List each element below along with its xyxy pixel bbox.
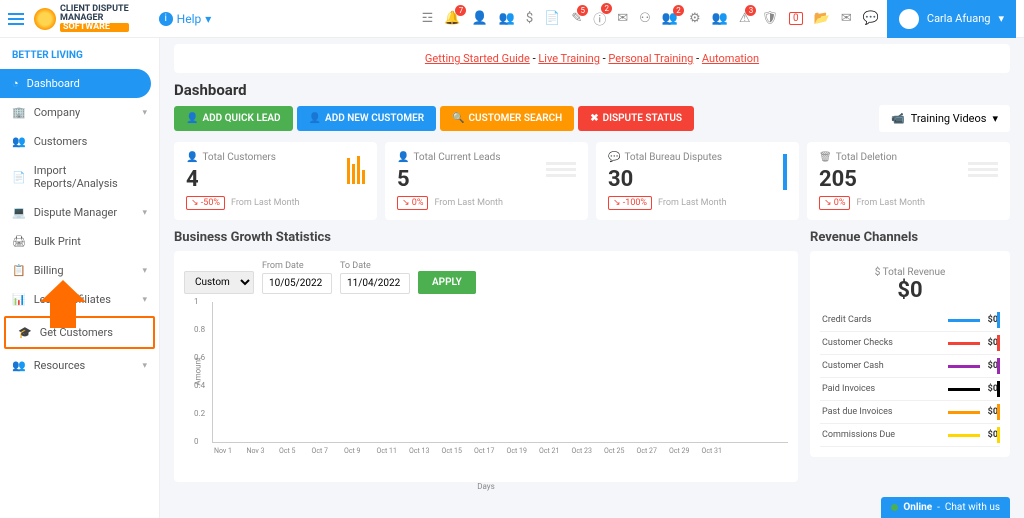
link-personal-training[interactable]: Personal Training — [608, 52, 693, 65]
logo: CLIENT DISPUTEMANAGERSOFTWARE — [34, 5, 129, 32]
card-total-disputes: 💬Total Bureau Disputes 30 ↘ -100%From La… — [596, 142, 799, 220]
warn-icon[interactable]: ⚠3 — [739, 11, 751, 26]
revenue-row: Customer Cash$0 — [820, 355, 1000, 378]
card-value: 4 — [186, 167, 365, 192]
range-select[interactable]: Custom — [184, 271, 254, 294]
sidebar-item-dispute[interactable]: 💻 Dispute Manager▾ — [0, 198, 159, 227]
sidebar: BETTER LIVING ◔ Dashboard 🏢 Company▾ 👥 C… — [0, 38, 160, 518]
chat-icon: 💬 — [608, 152, 620, 163]
apply-button[interactable]: APPLY — [418, 271, 476, 294]
user-icon[interactable]: 👤 — [471, 11, 487, 26]
list-icon[interactable]: ☲ — [422, 11, 434, 26]
arrow-annotation — [50, 300, 76, 328]
user-icon: 👤 — [397, 152, 409, 163]
sidebar-item-resources[interactable]: 👥 Resources▾ — [0, 351, 159, 380]
customer-search-button[interactable]: 🔍 CUSTOMER SEARCH — [440, 106, 574, 131]
bell-icon[interactable]: 🔔7 — [444, 11, 460, 26]
sun-icon — [34, 8, 56, 30]
revenue-row: Customer Checks$0 — [820, 332, 1000, 355]
revenue-total-value: $0 — [826, 278, 994, 303]
card-value: 30 — [608, 167, 787, 192]
link-live-training[interactable]: Live Training — [538, 52, 600, 65]
chevron-down-icon: ▾ — [142, 208, 147, 218]
link-automation[interactable]: Automation — [702, 52, 759, 65]
growth-chart: Amount 00.20.40.60.81Nov 1Nov 3Oct 5Oct … — [184, 302, 788, 472]
info2-icon[interactable]: ⓘ2 — [593, 9, 606, 28]
revenue-row: Paid Invoices$0 — [820, 378, 1000, 401]
dispute-status-button[interactable]: ✖ DISPUTE STATUS — [578, 106, 694, 131]
revenue-row: Past due Invoices$0 — [820, 401, 1000, 424]
camera-icon: 📹 — [891, 112, 905, 125]
mini-chart — [347, 156, 365, 184]
revenue-row: Credit Cards$0 — [820, 309, 1000, 332]
stats-title: Business Growth Statistics — [174, 230, 798, 245]
revenue-row: Commissions Due$0 — [820, 424, 1000, 447]
revenue-title: Revenue Channels — [810, 230, 1010, 245]
online-dot-icon — [891, 504, 898, 511]
user-menu[interactable]: Carla Afuang ▾ — [887, 0, 1016, 38]
people-icon[interactable]: 👥 — [712, 11, 728, 26]
mini-chart — [968, 162, 998, 177]
brand-label: BETTER LIVING — [0, 46, 159, 69]
sidebar-item-customers[interactable]: 👥 Customers — [0, 127, 159, 156]
sidebar-item-dashboard[interactable]: ◔ Dashboard — [0, 69, 151, 98]
sidebar-item-company[interactable]: 🏢 Company▾ — [0, 98, 159, 127]
add-quick-lead-button[interactable]: 👤 ADD QUICK LEAD — [174, 106, 293, 131]
alert-bar: Getting Started Guide - Live Training - … — [174, 44, 1010, 73]
top-icons: ☲ 🔔7 👤 👥 $ 📄 ✎5 ⓘ2 ✉ ⚇ 👥2 ⚙ 👥 ⚠3 🛡 0 📂 ✉… — [422, 9, 879, 28]
shield-icon[interactable]: 🛡 — [761, 11, 778, 26]
chevron-down-icon: ▾ — [142, 361, 147, 371]
add-new-customer-button[interactable]: 👤 ADD NEW CUSTOMER — [297, 106, 436, 131]
chevron-down-icon: ▾ — [142, 108, 147, 118]
mini-chart — [546, 162, 576, 177]
menu-toggle[interactable] — [8, 13, 24, 25]
doc-icon[interactable]: 📄 — [544, 11, 560, 26]
dollar-icon[interactable]: $ — [526, 11, 533, 26]
revenue-total-label: $ Total Revenue — [826, 267, 994, 278]
info-icon: i — [159, 12, 173, 26]
chevron-down-icon: ▾ — [142, 295, 147, 305]
link-getting-started[interactable]: Getting Started Guide — [425, 52, 530, 65]
sidebar-item-bulkprint[interactable]: 🖨 Bulk Print — [0, 227, 159, 256]
inbox-icon[interactable]: 📂 — [814, 11, 830, 26]
mail-icon[interactable]: ✉ — [617, 11, 628, 26]
user-icon: 👤 — [186, 152, 198, 163]
card-total-customers: 👤Total Customers 4 ↘ -50%From Last Month — [174, 142, 377, 220]
chat-icon[interactable]: 💬 — [863, 11, 879, 26]
help-link[interactable]: i Help ▾ — [159, 12, 212, 26]
from-date-input[interactable] — [262, 273, 332, 294]
trash-icon: 🗑 — [819, 152, 832, 163]
mail2-icon[interactable]: ✉ — [841, 11, 852, 26]
gear-icon[interactable]: ⚙ — [689, 11, 701, 26]
sidebar-item-import[interactable]: 📄 Import Reports/Analysis — [0, 156, 159, 198]
tree-icon[interactable]: ⚇ — [639, 11, 651, 26]
help-label: Help — [177, 12, 202, 26]
card-total-leads: 👤Total Current Leads 5 ↘ 0%From Last Mon… — [385, 142, 588, 220]
chevron-down-icon: ▾ — [142, 266, 147, 276]
wand-icon[interactable]: ✎5 — [571, 11, 582, 26]
zero-icon[interactable]: 0 — [789, 12, 803, 25]
card-total-deletion: 🗑Total Deletion 205 ↘ 0%From Last Month — [807, 142, 1010, 220]
to-date-input[interactable] — [340, 273, 410, 294]
users-icon[interactable]: 👥 — [499, 11, 515, 26]
sidebar-item-getcustomers[interactable]: 🎓 Get Customers — [4, 316, 155, 349]
team-icon[interactable]: 👥2 — [662, 11, 678, 26]
username: Carla Afuang — [927, 12, 991, 25]
avatar — [899, 9, 919, 29]
mini-chart — [783, 154, 787, 190]
chat-widget[interactable]: Online - Chat with us — [881, 497, 1010, 518]
page-title: Dashboard — [174, 81, 1010, 99]
training-videos-dropdown[interactable]: 📹Training Videos ▾ — [879, 105, 1010, 132]
